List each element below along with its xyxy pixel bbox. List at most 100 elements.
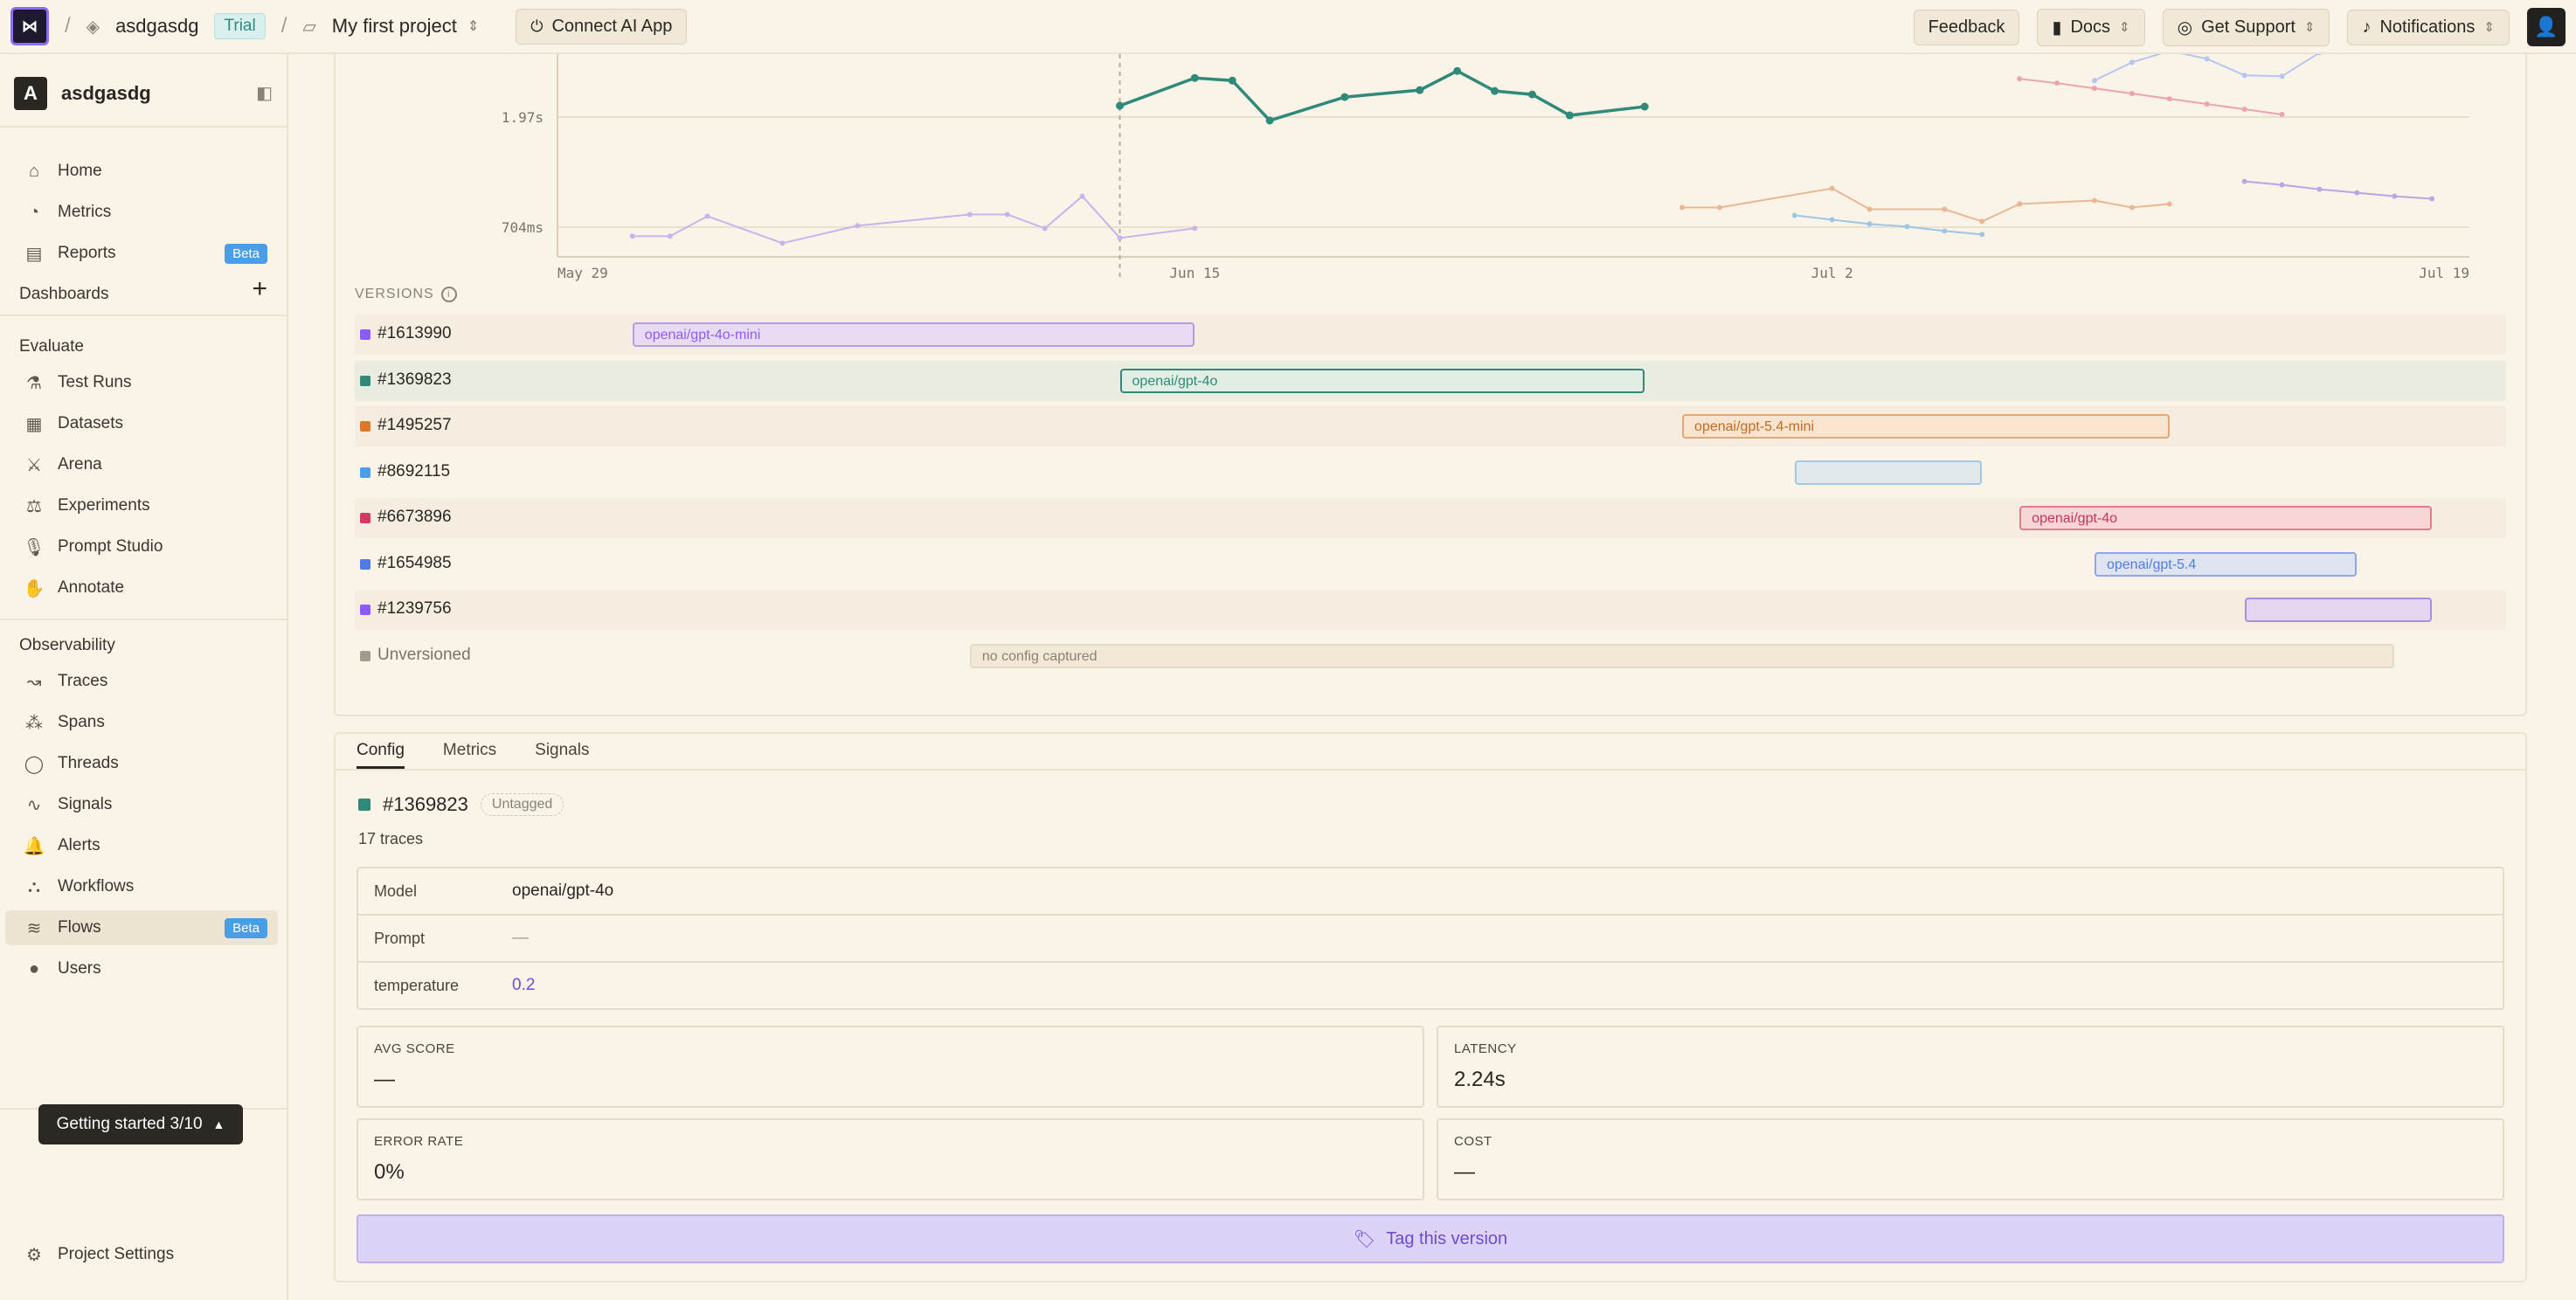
version-row[interactable]: #6673896 openai/gpt-4o xyxy=(355,498,2506,538)
data-point xyxy=(1192,225,1198,232)
stat-label: LATENCY xyxy=(1454,1041,1517,1056)
sidebar-item-threads[interactable]: ◯ Threads xyxy=(5,746,278,781)
config-table: Model openai/gpt-4o Prompt — temperature… xyxy=(357,867,2504,1010)
feedback-button[interactable]: Feedback xyxy=(1913,9,2020,45)
gear-icon: ⚙ xyxy=(26,1245,42,1265)
data-point xyxy=(2017,201,2023,207)
data-point xyxy=(1565,111,1574,120)
data-point xyxy=(2392,193,2398,199)
sidebar-item-prompt-studio[interactable]: 🎙 Prompt Studio xyxy=(5,529,278,564)
version-bar[interactable]: openai/gpt-5.4 xyxy=(2094,551,2358,577)
data-point xyxy=(1829,217,1835,223)
sidebar-item-project-settings[interactable]: ⚙ Project Settings xyxy=(5,1237,278,1272)
sidebar-item-alerts[interactable]: 🔔 Alerts xyxy=(5,828,278,863)
data-point xyxy=(1265,116,1274,125)
data-point xyxy=(1340,93,1349,101)
version-bar[interactable]: openai/gpt-4o xyxy=(1119,368,1645,393)
sidebar-item-datasets[interactable]: ▦ Datasets xyxy=(5,406,278,441)
data-point xyxy=(1791,212,1797,218)
sidebar-item-annotate[interactable]: ✋ Annotate xyxy=(5,570,278,605)
sidebar-item-experiments[interactable]: ⚖ Experiments xyxy=(5,488,278,523)
version-row[interactable]: #1369823 openai/gpt-4o xyxy=(355,360,2506,401)
y-tick-label: 1.97s xyxy=(502,109,544,126)
sidebar-item-reports[interactable]: ▤ Reports Beta xyxy=(5,236,278,271)
sidebar-item-label: Flows xyxy=(58,918,101,937)
sidebar-item-home[interactable]: ⌂ Home xyxy=(5,154,278,189)
notifications-button[interactable]: ♪ Notifications ⇕ xyxy=(2347,9,2510,45)
sidebar-item-users[interactable]: ● Users xyxy=(5,951,278,986)
sidebar-item-arena[interactable]: ⚔ Arena xyxy=(5,447,278,482)
data-point xyxy=(2166,96,2172,102)
sidebar: A asdgasdg ◧ ⌂ Home ◔ Metrics ▤ Reports … xyxy=(0,54,288,1300)
version-row[interactable]: #1495257 openai/gpt-5.4-mini xyxy=(355,406,2506,446)
info-icon[interactable]: i xyxy=(440,287,457,302)
chevron-updown-icon: ⇕ xyxy=(2303,20,2316,35)
sidebar-item-spans[interactable]: ⁂ Spans xyxy=(5,705,278,740)
connect-ai-app-label: Connect AI App xyxy=(551,16,673,36)
add-dashboard-icon[interactable]: + xyxy=(252,274,267,304)
user-avatar-icon[interactable]: 👤 xyxy=(2527,8,2566,46)
config-value: — xyxy=(512,929,529,947)
series-line xyxy=(1682,187,2170,223)
sidebar-toggle-icon[interactable]: ◧ xyxy=(256,82,273,104)
sidebar-item-traces[interactable]: ↝ Traces xyxy=(5,664,278,699)
workspace-switcher[interactable]: A asdgasdg xyxy=(14,75,276,112)
stat-cost: COST — xyxy=(1437,1118,2504,1200)
connect-ai-app-button[interactable]: ⏻ Connect AI App xyxy=(516,8,688,45)
versions-label: VERSIONS xyxy=(355,287,434,301)
series-line xyxy=(1794,214,1983,236)
version-row[interactable]: #1613990 openai/gpt-4o-mini xyxy=(355,315,2506,355)
app-logo-icon[interactable]: ⋈ xyxy=(10,7,49,45)
getting-started-button[interactable]: Getting started 3/10 ▲ xyxy=(38,1104,243,1144)
version-bar[interactable]: openai/gpt-4o-mini xyxy=(632,322,1195,347)
data-point xyxy=(2279,73,2285,80)
version-header: #1369823 Untagged xyxy=(358,793,564,816)
tag-version-button[interactable]: 🏷 Tag this version xyxy=(357,1214,2504,1263)
data-point xyxy=(629,233,635,239)
version-id: #1654985 xyxy=(377,553,452,572)
divider xyxy=(0,126,287,128)
notifications-label: Notifications xyxy=(2379,17,2476,37)
stat-label: AVG SCORE xyxy=(374,1041,455,1056)
version-row[interactable]: Unversioned no config captured xyxy=(355,636,2506,676)
tab-metrics[interactable]: Metrics xyxy=(443,734,496,769)
project-selector[interactable]: My first project xyxy=(332,15,457,38)
tab-config[interactable]: Config xyxy=(357,734,405,769)
sidebar-item-test-runs[interactable]: ⚗ Test Runs xyxy=(5,365,278,400)
stat-value: 0% xyxy=(374,1160,405,1184)
x-tick-label: Jun 15 xyxy=(1169,265,1220,281)
version-row[interactable]: #1654985 openai/gpt-5.4 xyxy=(355,544,2506,584)
data-point xyxy=(1979,232,1985,238)
sidebar-item-flows[interactable]: ≋ Flows Beta xyxy=(5,910,278,945)
swords-icon: ⚔ xyxy=(26,455,42,475)
workspace-name: asdgasdg xyxy=(61,82,151,104)
version-row[interactable]: #8692115 xyxy=(355,453,2506,493)
version-bar[interactable] xyxy=(1794,460,1983,485)
dashboards-label[interactable]: Dashboards xyxy=(19,285,108,304)
sidebar-item-metrics[interactable]: ◔ Metrics xyxy=(5,195,278,230)
sidebar-item-workflows[interactable]: ⛬ Workflows xyxy=(5,869,278,904)
get-support-button[interactable]: ◎ Get Support ⇕ xyxy=(2162,8,2330,46)
chevron-updown-icon[interactable]: ⇕ xyxy=(467,17,479,35)
data-point xyxy=(2279,182,2285,188)
sidebar-item-label: Alerts xyxy=(58,836,100,854)
config-row-prompt: Prompt — xyxy=(358,916,2503,963)
data-point xyxy=(1004,211,1010,218)
data-point xyxy=(704,213,710,219)
version-row[interactable]: #1239756 xyxy=(355,590,2506,630)
workspace-breadcrumb[interactable]: asdgasdg xyxy=(115,15,198,38)
version-bar[interactable] xyxy=(2244,598,2433,622)
sidebar-item-label: Project Settings xyxy=(58,1245,175,1263)
version-bar[interactable]: no config captured xyxy=(969,643,2395,668)
trace-count: 17 traces xyxy=(358,830,424,847)
tab-signals[interactable]: Signals xyxy=(535,734,589,769)
data-point xyxy=(1491,86,1499,95)
version-bar[interactable]: openai/gpt-4o xyxy=(2019,506,2433,530)
sidebar-item-signals[interactable]: ∿ Signals xyxy=(5,787,278,822)
version-bar[interactable]: openai/gpt-5.4-mini xyxy=(1682,414,2170,439)
workspace-avatar: A xyxy=(14,77,47,110)
version-id: Unversioned xyxy=(377,645,471,664)
docs-button[interactable]: ▮ Docs ⇕ xyxy=(2037,8,2145,46)
config-row-temperature: temperature 0.2 xyxy=(358,963,2503,1010)
folder-icon: ▱ xyxy=(302,17,316,37)
